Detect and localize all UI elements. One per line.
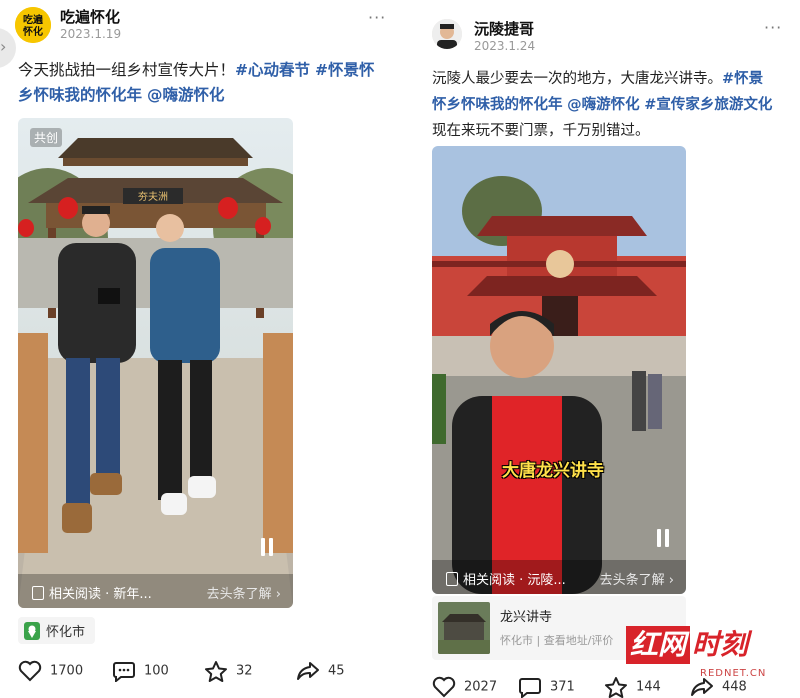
document-icon	[446, 572, 458, 586]
go-toutiao-link[interactable]: 去头条了解 ›	[600, 569, 674, 588]
related-reading-bar[interactable]: 相关阅读 · 新年... 去头条了解 ›	[18, 574, 293, 608]
action-bar: 1700 100 32 45	[18, 660, 398, 686]
location-label: 怀化市	[46, 625, 86, 640]
related-reading-bar[interactable]: 相关阅读 · 沅陵... 去头条了解 ›	[432, 560, 686, 594]
video-overlay-caption: 大唐龙兴讲寺	[502, 461, 604, 481]
more-options-button[interactable]: ···	[368, 8, 386, 27]
gate-sign-text: 夯夫洲	[138, 190, 168, 203]
post-right: 沅陵捷哥 2023.1.24 ··· 沅陵人最少要去一次的地方，大唐龙兴讲寺。#…	[406, 0, 800, 698]
post-text-body: 沅陵人最少要去一次的地方，大唐龙兴讲寺。	[432, 71, 722, 87]
video-player[interactable]: 大唐龙兴讲寺 相关阅读 · 沅陵... 去头条了解 ›	[432, 146, 686, 594]
video-player[interactable]: 夯夫洲 共创 相关阅读 · 新年... 去头条了解 ›	[18, 118, 293, 608]
like-button[interactable]: 2027	[432, 676, 497, 698]
pause-icon[interactable]	[656, 529, 670, 547]
svg-text:吃遍: 吃遍	[23, 13, 44, 26]
rednet-watermark: 红网 时刻	[626, 626, 748, 664]
document-icon	[32, 586, 44, 600]
avatar[interactable]	[432, 19, 462, 49]
post-date: 2023.1.24	[474, 39, 536, 53]
watermark-subtext: REDNET.CN	[700, 668, 767, 679]
comment-icon	[519, 678, 541, 698]
hashtag[interactable]: #怀景	[722, 71, 763, 87]
avatar[interactable]: 吃遍 怀化	[15, 7, 51, 43]
action-bar: 2027 371 144 448	[432, 676, 792, 698]
like-count: 2027	[464, 679, 498, 695]
poi-title: 龙兴讲寺	[500, 610, 553, 625]
star-icon	[605, 677, 627, 698]
avatar-logo: 吃遍 怀化	[15, 7, 51, 43]
like-count: 1700	[50, 663, 84, 679]
post-date: 2023.1.19	[60, 27, 122, 41]
favorite-button[interactable]: 144	[604, 676, 661, 698]
location-tag[interactable]: 怀化市	[18, 617, 96, 644]
favorite-count: 144	[636, 679, 661, 695]
heart-icon	[18, 660, 42, 682]
mention[interactable]: @嗨游怀化	[567, 97, 640, 113]
share-icon	[297, 662, 319, 680]
hashtag[interactable]: #宣传家乡旅游文化	[644, 97, 772, 113]
go-toutiao-link[interactable]: 去头条了解 ›	[207, 583, 281, 602]
more-options-button[interactable]: ···	[764, 18, 782, 37]
location-pin-icon	[24, 622, 40, 640]
hashtag[interactable]: 怀乡怀味我的怀化年	[432, 97, 563, 113]
related-reading-label: 相关阅读 · 新年...	[49, 587, 152, 602]
author-name[interactable]: 沅陵捷哥	[474, 18, 534, 39]
share-count: 45	[328, 663, 345, 679]
share-icon	[691, 678, 713, 696]
watermark-logo: 红网	[626, 626, 691, 664]
share-button[interactable]: 45	[296, 660, 345, 682]
author-name[interactable]: 吃遍怀化	[60, 6, 120, 27]
post-left: 吃遍 怀化 吃遍怀化 2023.1.19 ··· 今天挑战拍一组乡村宣传大片！#…	[0, 0, 400, 693]
star-icon	[205, 661, 227, 682]
poi-thumbnail	[438, 602, 490, 654]
hashtag[interactable]: #怀景怀	[315, 61, 375, 79]
heart-icon	[432, 676, 456, 698]
comment-count: 100	[144, 663, 169, 679]
poi-subtitle[interactable]: 怀化市 | 查看地址/评价	[500, 632, 613, 648]
hashtag[interactable]: #心动春节	[235, 61, 310, 79]
co-creation-badge: 共创	[30, 128, 63, 147]
svg-text:怀化: 怀化	[23, 25, 43, 38]
avatar-photo	[432, 19, 462, 49]
video-frame: 夯夫洲	[18, 118, 293, 608]
favorite-count: 32	[236, 663, 253, 679]
related-reading-label: 相关阅读 · 沅陵...	[463, 573, 566, 588]
hashtag[interactable]: 乡怀味我的怀化年	[18, 86, 142, 104]
post-text: 今天挑战拍一组乡村宣传大片！#心动春节 #怀景怀 乡怀味我的怀化年 @嗨游怀化	[18, 58, 398, 108]
video-frame	[432, 146, 686, 594]
watermark-text: 时刻	[692, 628, 749, 661]
favorite-button[interactable]: 32	[204, 660, 253, 682]
mention[interactable]: @嗨游怀化	[147, 86, 225, 104]
comment-button[interactable]: 100	[112, 660, 169, 684]
like-button[interactable]: 1700	[18, 660, 83, 682]
pause-icon[interactable]	[260, 538, 274, 556]
share-button[interactable]: 448	[690, 676, 747, 698]
comment-icon	[113, 662, 135, 684]
comment-button[interactable]: 371	[518, 676, 575, 698]
comment-count: 371	[550, 679, 575, 695]
share-count: 448	[722, 679, 747, 695]
post-text: 沅陵人最少要去一次的地方，大唐龙兴讲寺。#怀景 怀乡怀味我的怀化年 @嗨游怀化 …	[432, 66, 800, 144]
post-text-body: 现在来玩不要门票，千万别错过。	[432, 123, 650, 139]
post-text-body: 今天挑战拍一组乡村宣传大片！	[18, 61, 236, 79]
